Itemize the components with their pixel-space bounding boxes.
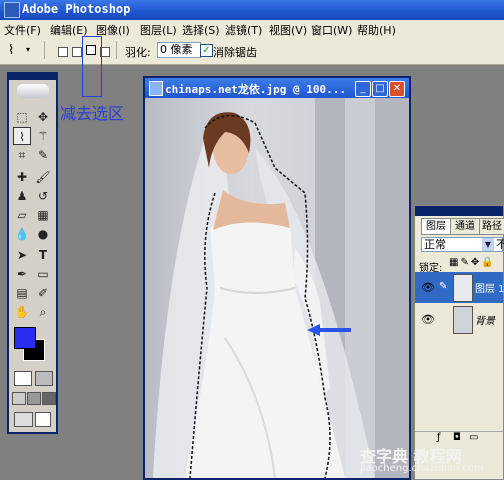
chevron-down-icon: ▼ xyxy=(482,238,494,251)
subtract-highlight-box xyxy=(82,36,102,97)
notes-icon[interactable]: ▤ xyxy=(13,284,31,302)
eyedropper-icon[interactable]: ✐ xyxy=(34,284,52,302)
document-title: chinaps.net龙依.jpg @ 100... xyxy=(165,83,346,96)
menu-filter[interactable]: 滤镜(T) xyxy=(225,22,262,38)
menu-bar: 文件(F) 编辑(E) 图像(I) 图层(L) 选择(S) 滤镜(T) 视图(V… xyxy=(0,20,504,39)
mask-icon[interactable]: ◘ xyxy=(453,432,461,443)
layer-style-icon[interactable]: ƒ xyxy=(437,432,441,443)
path-select-icon[interactable]: ➤ xyxy=(13,246,31,264)
gradient-icon[interactable]: ▦ xyxy=(34,206,52,224)
separator xyxy=(44,41,45,59)
move-icon[interactable]: ✥ xyxy=(34,108,52,126)
folder-icon[interactable]: ▭ xyxy=(469,432,478,443)
maximize-button[interactable]: □ xyxy=(372,81,388,97)
jump-to-imageready-icon[interactable] xyxy=(14,412,33,427)
dodge-icon[interactable]: ● xyxy=(34,225,52,243)
eye-icon[interactable]: 👁 xyxy=(421,313,435,326)
eye-icon[interactable]: 👁 xyxy=(421,281,435,294)
document-title-bar[interactable]: chinaps.net龙依.jpg @ 100... _ □ ✕ xyxy=(145,78,409,98)
layer-name: 图层 1 xyxy=(475,284,504,295)
standard-mode-icon[interactable] xyxy=(14,371,32,386)
pen-icon[interactable]: ✒ xyxy=(13,265,31,283)
imageready-icon[interactable] xyxy=(35,412,51,427)
slice-icon[interactable]: ✎ xyxy=(34,146,52,164)
layers-panel: 图层 通道 路径 正常 ▼ 不 锁定: ▦✎✥🔒 👁 ✎ 图层 1 👁 背景 ƒ… xyxy=(414,205,504,480)
add-selection-icon[interactable] xyxy=(72,47,82,57)
separator xyxy=(116,41,117,59)
subtract-annotation: 减去选区 xyxy=(60,104,125,123)
feather-logo-icon xyxy=(17,84,49,98)
crop-icon[interactable]: ⌗ xyxy=(13,146,31,164)
layer-name: 背景 xyxy=(475,316,495,327)
menu-view[interactable]: 视图(V) xyxy=(269,22,307,38)
image-canvas[interactable] xyxy=(145,98,409,478)
healing-icon[interactable]: ✚ xyxy=(13,168,31,186)
feather-input[interactable]: 0 像素 xyxy=(157,42,201,58)
layers-panel-header xyxy=(415,206,503,216)
watermark-url: jiaocheng.chazidian.com xyxy=(360,463,484,474)
foreground-color-swatch[interactable] xyxy=(14,327,36,349)
layer-row[interactable]: 👁 背景 xyxy=(415,304,503,335)
blend-mode-value: 正常 xyxy=(424,238,446,251)
menu-layer[interactable]: 图层(L) xyxy=(140,22,177,38)
tab-layers[interactable]: 图层 xyxy=(421,218,451,235)
layer-thumbnail xyxy=(453,306,473,334)
menu-window[interactable]: 窗口(W) xyxy=(311,22,352,38)
lock-icons[interactable]: ▦✎✥🔒 xyxy=(449,257,496,268)
marquee-icon[interactable]: ⬚ xyxy=(13,108,31,126)
stamp-icon[interactable]: ♟ xyxy=(13,187,31,205)
screen-mode-full-icon[interactable] xyxy=(42,392,56,405)
layer-thumbnail xyxy=(453,274,473,302)
tab-paths[interactable]: 路径 xyxy=(479,218,504,235)
new-selection-icon[interactable] xyxy=(58,47,68,57)
photoshop-app-icon xyxy=(4,2,20,18)
quickmask-mode-icon[interactable] xyxy=(35,371,53,386)
menu-help[interactable]: 帮助(H) xyxy=(357,22,396,38)
toolbox: ⬚ ✥ ⌇ ⚚ ⌗ ✎ ✚ 🖌 ♟ ↺ ▱ ▦ 💧 ● ➤ T ✒ ▭ ▤ ✐ … xyxy=(7,72,58,434)
shape-icon[interactable]: ▭ xyxy=(34,265,52,283)
history-brush-icon[interactable]: ↺ xyxy=(34,187,52,205)
toolbox-header xyxy=(9,74,56,80)
tab-channels[interactable]: 通道 xyxy=(450,218,480,235)
brush-link-icon: ✎ xyxy=(439,281,448,292)
bride-photo xyxy=(153,98,409,478)
minimize-button[interactable]: _ xyxy=(355,81,371,97)
preset-dropdown-icon[interactable]: ▾ xyxy=(26,45,30,54)
menu-select[interactable]: 选择(S) xyxy=(182,22,220,38)
brush-icon[interactable]: 🖌 xyxy=(34,168,52,186)
screen-mode-full-menu-icon[interactable] xyxy=(27,392,41,405)
options-bar: ⌇ ▾ 羽化: 消除锯齿 xyxy=(0,38,504,65)
close-button[interactable]: ✕ xyxy=(389,81,405,97)
opacity-label: 不 xyxy=(496,238,504,251)
antialias-label: 消除锯齿 xyxy=(213,46,257,59)
app-title-bar: Adobe Photoshop xyxy=(0,0,504,20)
type-icon[interactable]: T xyxy=(34,246,52,264)
magic-wand-icon[interactable]: ⚚ xyxy=(34,127,52,145)
document-icon xyxy=(149,81,163,96)
document-window: chinaps.net龙依.jpg @ 100... _ □ ✕ xyxy=(143,76,411,480)
polygon-lasso-preset-icon[interactable]: ⌇ xyxy=(8,43,14,58)
polygon-lasso-icon[interactable]: ⌇ xyxy=(13,127,31,145)
screen-mode-standard-icon[interactable] xyxy=(12,392,26,405)
blend-mode-select[interactable]: 正常 ▼ 不 xyxy=(421,237,504,252)
layer-row[interactable]: 👁 ✎ 图层 1 xyxy=(415,272,504,303)
app-title: Adobe Photoshop xyxy=(22,2,131,16)
antialias-checkbox[interactable]: ✓ xyxy=(200,44,213,57)
zoom-icon[interactable]: ⌕ xyxy=(34,303,52,321)
blur-icon[interactable]: 💧 xyxy=(13,225,31,243)
eraser-icon[interactable]: ▱ xyxy=(13,206,31,224)
feather-label: 羽化: xyxy=(125,46,151,59)
hand-icon[interactable]: ✋ xyxy=(13,303,31,321)
menu-file[interactable]: 文件(F) xyxy=(4,22,41,38)
